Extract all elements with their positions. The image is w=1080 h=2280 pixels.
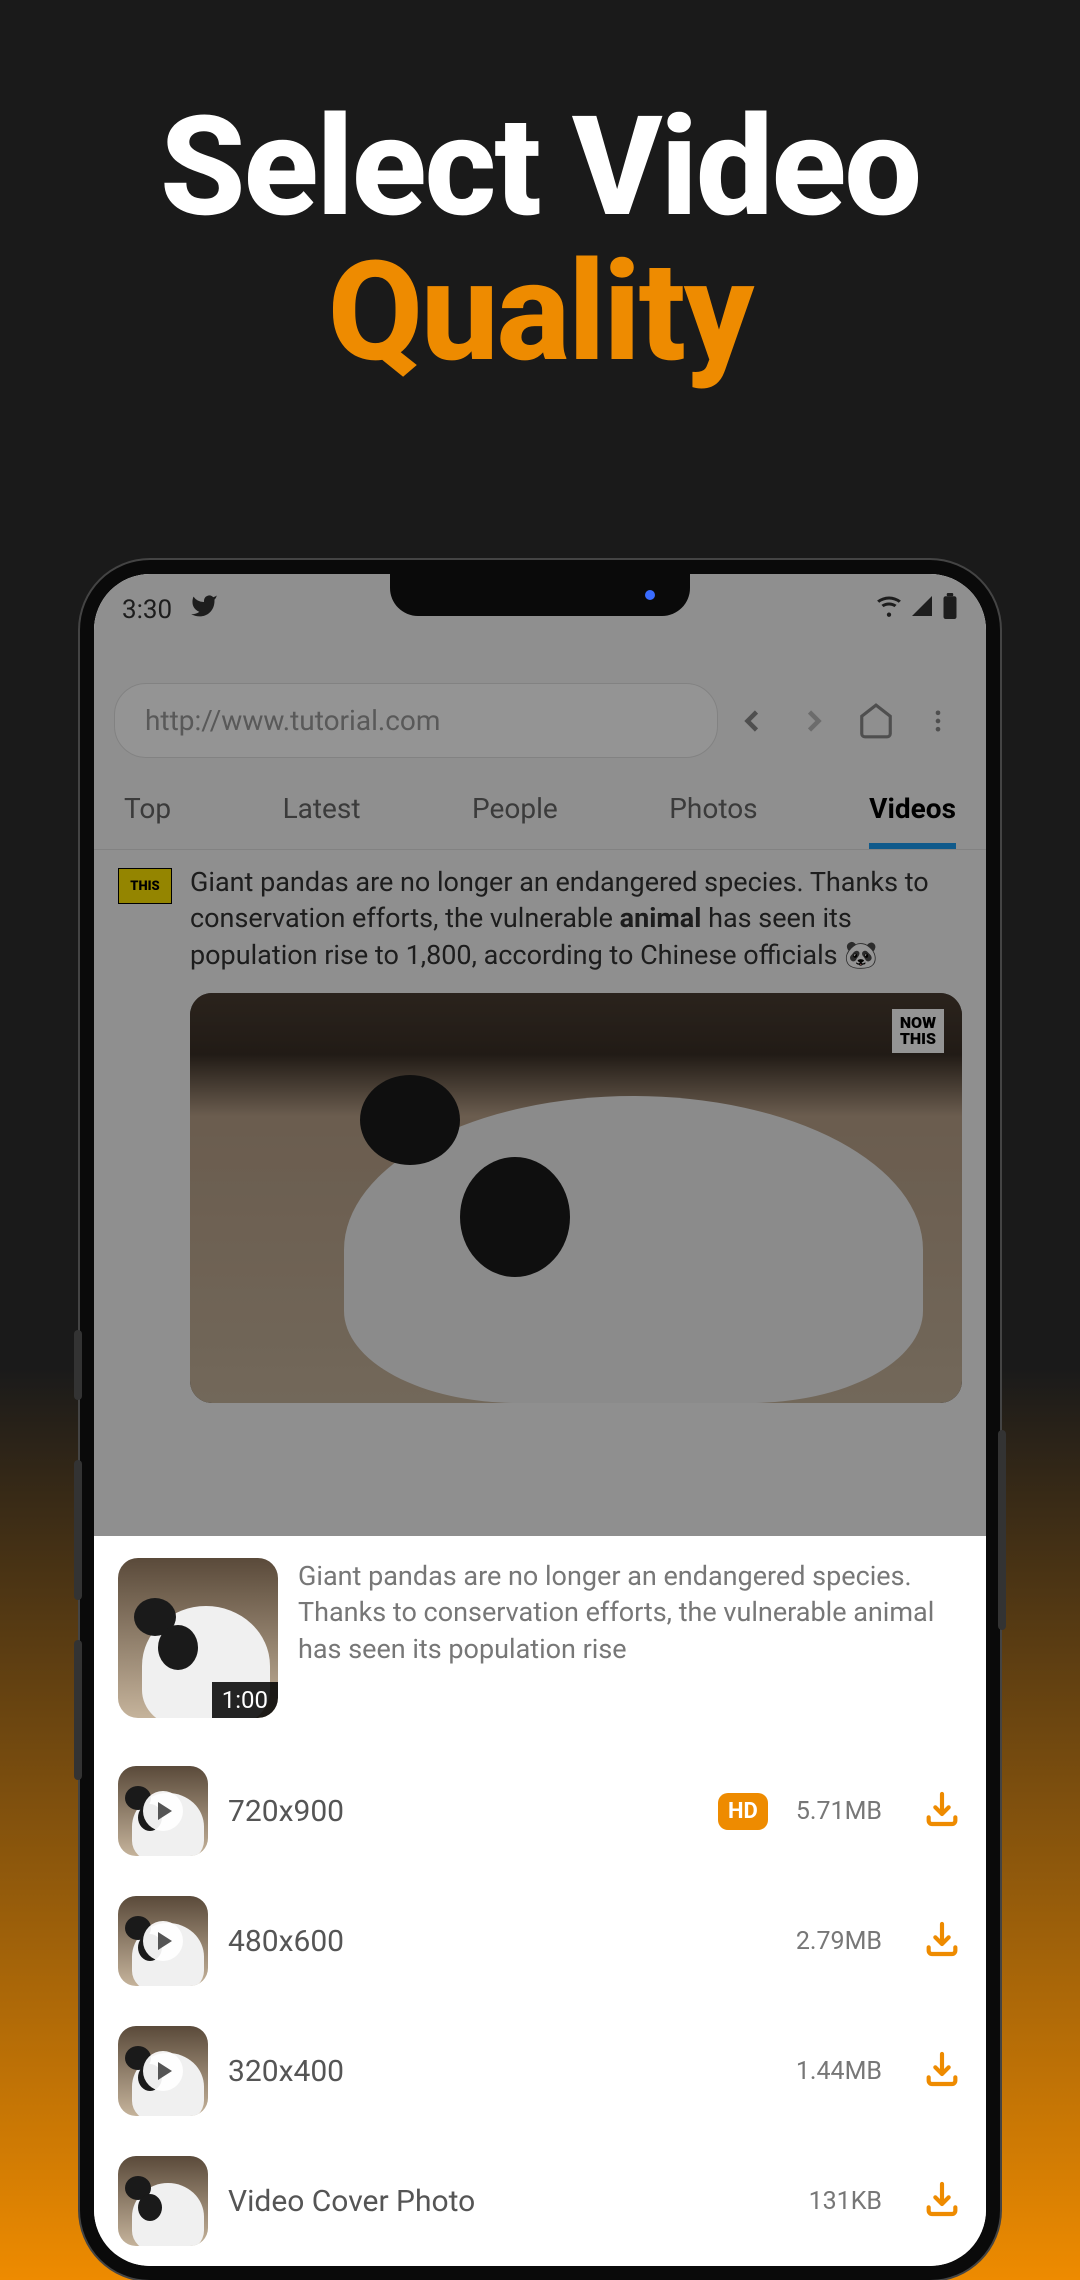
quality-label: 720x900 bbox=[228, 1794, 698, 1829]
download-icon[interactable] bbox=[922, 1789, 962, 1833]
play-icon bbox=[143, 1921, 183, 1961]
phone-side-button bbox=[74, 1640, 82, 1780]
quality-row[interactable]: 320x400 1.44MB bbox=[118, 2006, 962, 2136]
tab-videos[interactable]: Videos bbox=[869, 792, 956, 849]
sheet-thumbnail: 1:00 bbox=[118, 1558, 278, 1718]
quality-thumbnail bbox=[118, 2026, 208, 2116]
quality-thumbnail bbox=[118, 2156, 208, 2246]
hd-badge: HD bbox=[718, 1793, 768, 1830]
quality-thumbnail bbox=[118, 1766, 208, 1856]
post: THIS Giant pandas are no longer an endan… bbox=[118, 864, 962, 973]
sheet-description: Giant pandas are no longer an endangered… bbox=[298, 1558, 962, 1718]
url-bar: http://www.tutorial.com bbox=[114, 683, 966, 758]
video-watermark: NOW THIS bbox=[892, 1009, 944, 1053]
battery-icon bbox=[942, 593, 958, 626]
twitter-icon bbox=[190, 592, 218, 627]
forward-icon[interactable] bbox=[786, 693, 842, 749]
quality-thumbnail bbox=[118, 1896, 208, 1986]
download-icon[interactable] bbox=[922, 2049, 962, 2093]
post-text: Giant pandas are no longer an endangered… bbox=[190, 864, 962, 973]
url-input[interactable]: http://www.tutorial.com bbox=[114, 683, 718, 758]
phone-side-button bbox=[74, 1330, 82, 1400]
play-icon bbox=[143, 2051, 183, 2091]
back-icon[interactable] bbox=[724, 693, 780, 749]
hero-line1: Select Video bbox=[0, 95, 1080, 240]
status-time: 3:30 bbox=[122, 595, 172, 625]
quality-label: Video Cover Photo bbox=[228, 2184, 789, 2219]
play-icon bbox=[143, 1791, 183, 1831]
tab-latest[interactable]: Latest bbox=[283, 792, 361, 849]
tab-top[interactable]: Top bbox=[124, 792, 171, 849]
quality-size: 5.71MB bbox=[796, 1797, 882, 1826]
sheet-header: 1:00 Giant pandas are no longer an endan… bbox=[118, 1558, 962, 1718]
video-thumbnail bbox=[190, 993, 962, 1403]
quality-sheet: 1:00 Giant pandas are no longer an endan… bbox=[94, 1536, 986, 2266]
signal-icon bbox=[910, 594, 934, 625]
wifi-icon bbox=[876, 593, 902, 626]
video-duration: 1:00 bbox=[212, 1682, 278, 1718]
home-icon[interactable] bbox=[848, 693, 904, 749]
tab-people[interactable]: People bbox=[472, 792, 558, 849]
hero-line2: Quality bbox=[0, 240, 1080, 385]
phone-frame: 3:30 http: bbox=[80, 560, 1000, 2280]
tab-photos[interactable]: Photos bbox=[669, 792, 757, 849]
video-embed[interactable]: NOW THIS bbox=[190, 993, 962, 1403]
tabs: Top Latest People Photos Videos bbox=[94, 770, 986, 850]
download-icon[interactable] bbox=[922, 1919, 962, 1963]
quality-row[interactable]: 480x600 2.79MB bbox=[118, 1876, 962, 2006]
quality-label: 480x600 bbox=[228, 1924, 776, 1959]
download-icon[interactable] bbox=[922, 2179, 962, 2223]
post-avatar: THIS bbox=[118, 868, 172, 904]
quality-size: 1.44MB bbox=[796, 2057, 882, 2086]
quality-row[interactable]: Video Cover Photo 131KB bbox=[118, 2136, 962, 2266]
content-area: THIS Giant pandas are no longer an endan… bbox=[94, 850, 986, 1417]
quality-label: 320x400 bbox=[228, 2054, 776, 2089]
phone-screen: 3:30 http: bbox=[94, 574, 986, 2266]
quality-size: 2.79MB bbox=[796, 1927, 882, 1956]
phone-side-button bbox=[74, 1460, 82, 1600]
hero-title: Select Video Quality bbox=[0, 0, 1080, 385]
background-content: 3:30 http: bbox=[94, 574, 986, 1417]
more-icon[interactable] bbox=[910, 693, 966, 749]
phone-notch bbox=[390, 574, 690, 616]
quality-row[interactable]: 720x900 HD 5.71MB bbox=[118, 1746, 962, 1876]
quality-size: 131KB bbox=[809, 2187, 882, 2216]
phone-side-button bbox=[998, 1430, 1006, 1630]
